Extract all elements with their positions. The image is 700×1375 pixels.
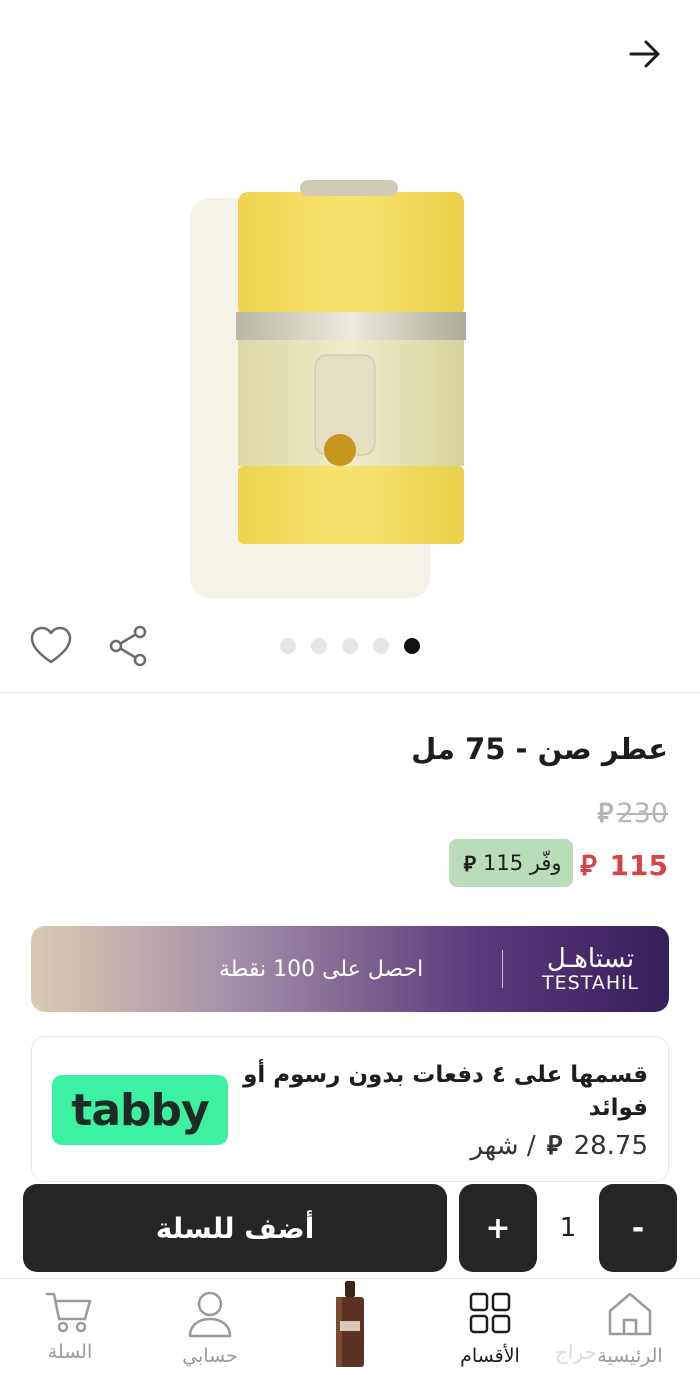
riyal-currency-icon: ⃁ (463, 851, 476, 876)
savings-label: وفّر 115 (482, 851, 562, 875)
brand-english: TESTAHiL (542, 971, 639, 994)
monthly-amount-value: 28.75 (573, 1131, 648, 1161)
home-icon (608, 1292, 652, 1336)
quantity-decrease-button[interactable]: - (599, 1184, 677, 1272)
watermark: حراج (555, 1340, 597, 1364)
quantity-increase-button[interactable]: + (459, 1184, 537, 1272)
original-price: ⃁ 230 (594, 796, 668, 830)
riyal-currency-icon: ⃁ (580, 849, 597, 882)
nav-account-label: حسابي (182, 1345, 238, 1367)
image-pagination (280, 638, 420, 654)
nav-cart[interactable]: السلة (0, 1279, 140, 1375)
sale-price-value: 115 (609, 849, 668, 882)
add-to-cart-button[interactable]: أضف للسلة (23, 1184, 447, 1272)
monthly-suffix: / شهر (470, 1131, 536, 1161)
nav-cart-label: السلة (47, 1341, 93, 1363)
riyal-currency-icon: ⃁ (546, 1131, 563, 1161)
tabby-description: قسمها على ٤ دفعات بدون رسوم أو فوائد (243, 1062, 648, 1121)
quantity-value: 1 (559, 1213, 577, 1243)
nav-account[interactable]: حسابي (140, 1279, 280, 1375)
nav-home-label: الرئيسية (597, 1345, 663, 1367)
points-text: احصل على 100 نقطة (219, 956, 424, 982)
back-arrow-button[interactable] (622, 34, 668, 74)
product-image[interactable] (150, 150, 550, 610)
banner-separator (501, 950, 504, 988)
pagination-dot[interactable] (342, 638, 358, 654)
pagination-dot[interactable] (280, 638, 296, 654)
section-divider (0, 692, 700, 693)
cart-icon (45, 1292, 92, 1333)
loyalty-points-banner[interactable]: احصل على 100 نقطة تستاهـل TESTAHiL (31, 926, 669, 1012)
nav-categories[interactable]: الأقسام (420, 1279, 560, 1375)
nav-categories-label: الأقسام (460, 1345, 520, 1367)
pagination-dot[interactable] (311, 638, 327, 654)
riyal-currency-icon: ⃁ (597, 798, 614, 829)
pagination-dot[interactable] (373, 638, 389, 654)
sale-price: 115 ⃁ (577, 846, 668, 883)
brand-arabic: تستاهـل (546, 943, 635, 974)
tabby-installments-card[interactable]: tabby قسمها على ٤ دفعات بدون رسوم أو فوا… (31, 1036, 669, 1182)
grid-icon (469, 1292, 511, 1334)
product-title: عطر صن - 75 مل (411, 732, 668, 766)
savings-badge: وفّر 115 ⃁ (449, 839, 573, 887)
perfume-bottle-icon (336, 1281, 364, 1367)
arrow-right-icon (629, 40, 660, 68)
original-price-value: 230 (616, 798, 668, 829)
share-icon[interactable] (106, 624, 152, 668)
user-icon (188, 1291, 232, 1338)
tabby-monthly-amount: 28.75 ⃁ / شهر (470, 1129, 648, 1162)
tabby-logo: tabby (52, 1075, 228, 1145)
nav-featured-product[interactable] (322, 1279, 378, 1375)
pagination-dot-active[interactable] (404, 638, 420, 654)
heart-icon[interactable] (28, 624, 74, 668)
testahil-logo: تستاهـل TESTAHiL (542, 946, 639, 993)
